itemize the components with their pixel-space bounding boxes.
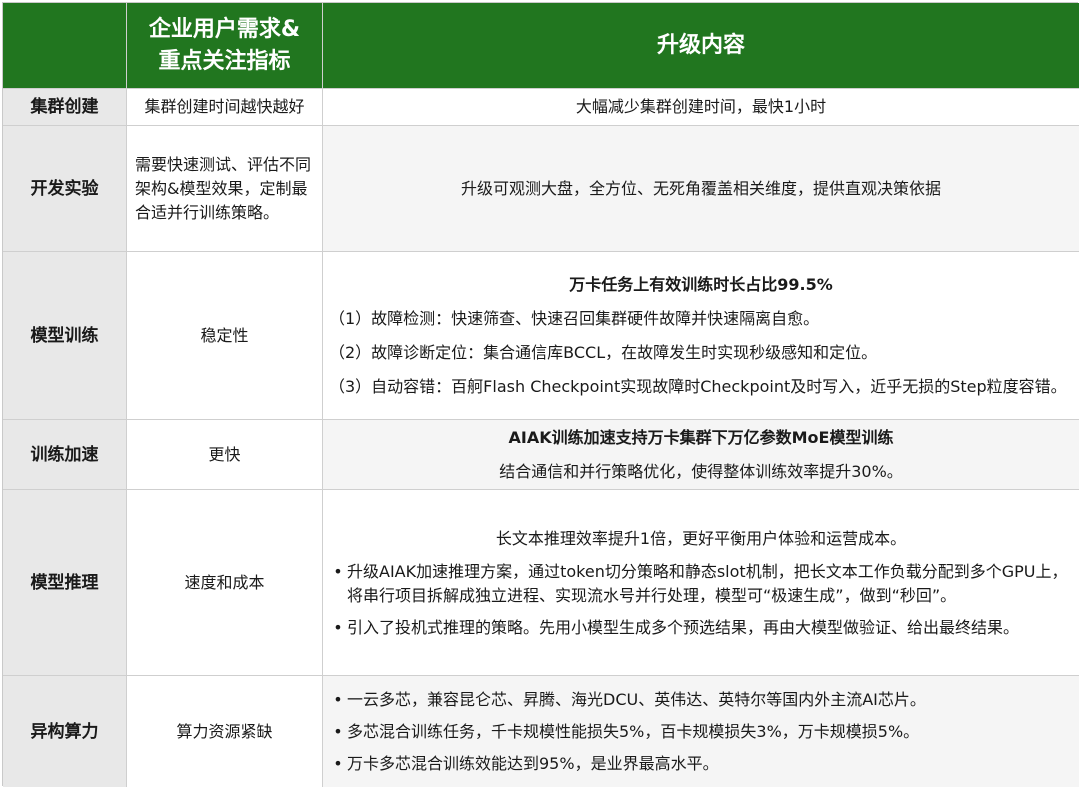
training-headline: 万卡任务上有效训练时长占比99.5% [569,274,833,294]
accel-headline: AIAK训练加速支持万卡集群下万亿参数MoE模型训练 [508,427,894,447]
requirement-inference: 速度和成本 [127,490,323,676]
category-training: 模型训练 [3,252,127,420]
feature-table: 企业用户需求& 重点关注指标 升级内容 集群创建 集群创建时间越快越好 大幅减少… [2,2,1079,787]
header-cell-empty [3,3,127,89]
category-accel: 训练加速 [3,420,127,490]
bullet-icon: • [333,721,343,741]
category-inference: 模型推理 [3,490,127,676]
requirement-cluster: 集群创建时间越快越好 [127,89,323,126]
requirement-hetero: 算力资源紧缺 [127,676,323,787]
inference-bullet-2-text: 引入了投机式推理的策略。先用小模型生成多个预选结果，再由大模型做验证、给出最终结… [347,617,1020,637]
upgrade-dev: 升级可观测大盘，全方位、无死角覆盖相关维度，提供直观决策依据 [323,126,1079,252]
requirement-dev: 需要快速测试、评估不同架构&模型效果，定制最合适并行训练策略。 [127,126,323,252]
upgrade-accel: AIAK训练加速支持万卡集群下万亿参数MoE模型训练 结合通信和并行策略优化，使… [323,420,1079,490]
upgrade-cluster: 大幅减少集群创建时间，最快1小时 [323,89,1079,126]
hetero-bullet-3: • 万卡多芯混合训练效能达到95%，是业界最高水平。 [329,752,1073,776]
training-item-1: （1）故障检测：快速筛查、快速召回集群硬件故障并快速隔离自愈。 [329,308,820,328]
requirement-accel: 更快 [127,420,323,490]
training-item-3: （3）自动容错：百舸Flash Checkpoint实现故障时Checkpoin… [329,376,1067,396]
upgrade-inference: 长文本推理效率提升1倍，更好平衡用户体验和运营成本。 • 升级AIAK加速推理方… [323,490,1079,676]
header-upgrade: 升级内容 [323,3,1079,89]
bullet-icon: • [333,617,343,637]
bullet-icon: • [333,561,343,581]
requirement-training: 稳定性 [127,252,323,420]
category-dev: 开发实验 [3,126,127,252]
upgrade-training: 万卡任务上有效训练时长占比99.5% （1）故障检测：快速筛查、快速召回集群硬件… [323,252,1079,420]
bullet-icon: • [333,753,343,773]
accel-text: 结合通信和并行策略优化，使得整体训练效率提升30%。 [499,461,903,481]
inference-bullet-1: • 升级AIAK加速推理方案，通过token切分策略和静态slot机制，把长文本… [329,560,1073,608]
header-requirements: 企业用户需求& 重点关注指标 [127,3,323,89]
category-hetero: 异构算力 [3,676,127,787]
inference-bullet-1-text: 升级AIAK加速推理方案，通过token切分策略和静态slot机制，把长文本工作… [347,561,1068,605]
hetero-bullet-1: • 一云多芯，兼容昆仑芯、昇腾、海光DCU、英伟达、英特尔等国内外主流AI芯片。 [329,688,1073,712]
category-cluster: 集群创建 [3,89,127,126]
hetero-bullet-3-text: 万卡多芯混合训练效能达到95%，是业界最高水平。 [347,753,719,773]
hetero-bullet-2-text: 多芯混合训练任务，千卡规模性能损失5%，百卡规模损失3%，万卡规模损5%。 [347,721,920,741]
hetero-bullet-2: • 多芯混合训练任务，千卡规模性能损失5%，百卡规模损失3%，万卡规模损5%。 [329,720,1073,744]
upgrade-hetero: • 一云多芯，兼容昆仑芯、昇腾、海光DCU、英伟达、英特尔等国内外主流AI芯片。… [323,676,1079,787]
inference-bullet-2: • 引入了投机式推理的策略。先用小模型生成多个预选结果，再由大模型做验证、给出最… [329,616,1073,640]
inference-headline: 长文本推理效率提升1倍，更好平衡用户体验和运营成本。 [495,528,907,548]
bullet-icon: • [333,689,343,709]
hetero-bullet-1-text: 一云多芯，兼容昆仑芯、昇腾、海光DCU、英伟达、英特尔等国内外主流AI芯片。 [347,689,926,709]
training-item-2: （2）故障诊断定位：集合通信库BCCL，在故障发生时实现秒级感知和定位。 [329,342,878,362]
